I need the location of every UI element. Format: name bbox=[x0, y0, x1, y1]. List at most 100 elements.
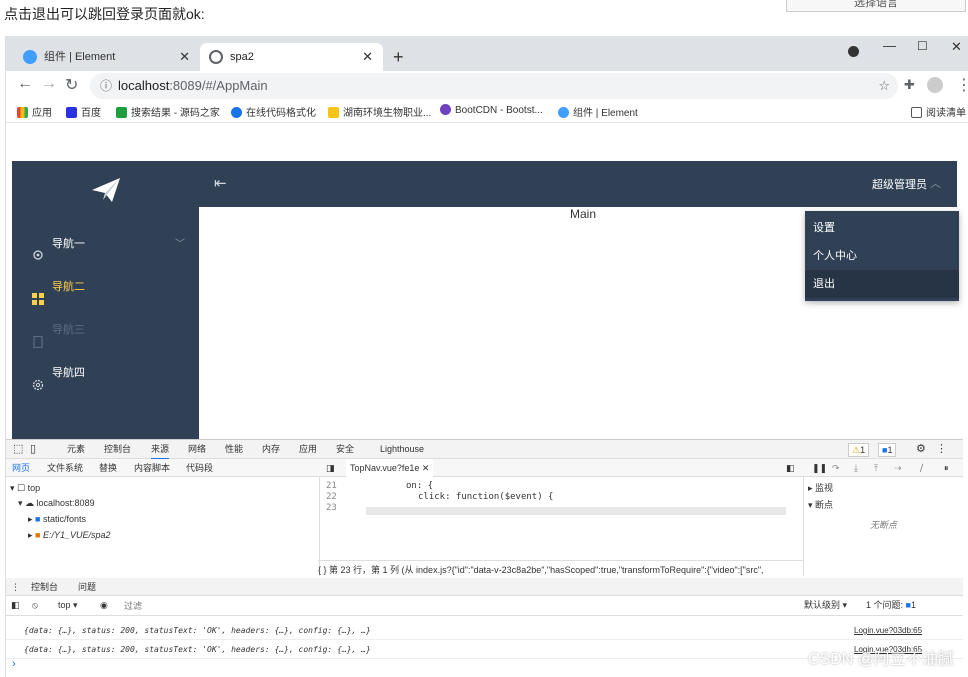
step-icon[interactable]: ⇢ bbox=[894, 459, 902, 477]
nav-tab-content-scripts[interactable]: 内容脚本 bbox=[134, 459, 170, 477]
console-message[interactable]: {data: {…}, status: 200, statusText: 'OK… bbox=[6, 622, 963, 640]
drawer-menu-icon[interactable]: ⋮ bbox=[11, 578, 20, 596]
log-level-select[interactable]: 默认级别 ▾ bbox=[804, 596, 847, 614]
step-out-icon[interactable]: ⤒ bbox=[874, 459, 878, 477]
collapse-menu-icon[interactable]: ⇤ bbox=[214, 174, 227, 192]
tree-node-host[interactable]: ▾ ☁ localhost:8089 bbox=[18, 498, 95, 509]
bookmark-baidu[interactable]: 百度 bbox=[66, 104, 101, 119]
nav-tab-page[interactable]: 网页 bbox=[12, 459, 30, 477]
deactivate-breakpoints-icon[interactable]: ⧸ bbox=[920, 459, 923, 477]
warnings-badge[interactable]: ⚠1 bbox=[848, 443, 870, 457]
url-path: :8089/#/AppMain bbox=[169, 78, 268, 93]
bookmark-star-icon[interactable]: ☆ bbox=[878, 73, 890, 99]
dropdown-item-logout[interactable]: 退出 bbox=[805, 270, 959, 298]
nav-label: 导航四 bbox=[52, 367, 85, 379]
messages-badge[interactable]: ■1 bbox=[878, 443, 897, 457]
devtools-tab-performance[interactable]: 性能 bbox=[225, 440, 243, 458]
console-filter-input[interactable] bbox=[124, 599, 424, 612]
pause-icon[interactable]: ❚❚ bbox=[812, 459, 827, 477]
nav-item-4[interactable]: 导航四 bbox=[12, 352, 199, 395]
close-tab-icon[interactable]: ✕ bbox=[362, 43, 373, 71]
extensions-icon[interactable]: ✚ bbox=[904, 77, 915, 93]
menu-dots-icon[interactable]: ⋮ bbox=[956, 75, 968, 95]
info-icon[interactable]: ⓘ bbox=[100, 73, 112, 99]
more-icon[interactable]: ⋮ bbox=[936, 440, 947, 458]
app-sidebar: 导航一 ﹀ 导航二 导航三 导航四 bbox=[12, 161, 199, 469]
devtools-tab-sources[interactable]: 来源 bbox=[151, 440, 170, 460]
tree-node-fonts[interactable]: ▸ ■ static/fonts bbox=[28, 514, 86, 525]
address-bar[interactable]: ⓘ localhost:8089/#/AppMain ☆ bbox=[90, 73, 898, 99]
devtools-tab-application[interactable]: 应用 bbox=[299, 440, 317, 458]
back-icon[interactable]: ← bbox=[17, 75, 33, 93]
nav-item-1[interactable]: 导航一 ﹀ bbox=[12, 223, 199, 266]
caption-text: 点击退出可以跳回登录页面就ok: bbox=[4, 6, 205, 22]
profile-dot-icon[interactable] bbox=[848, 46, 859, 57]
step-into-icon[interactable]: ⤓ bbox=[854, 459, 858, 477]
sidebar-toggle-icon[interactable]: ◧ bbox=[11, 596, 20, 614]
code-line: click: function($event) { bbox=[418, 492, 554, 502]
minimize-icon[interactable]: — bbox=[883, 38, 896, 53]
reload-icon[interactable]: ↻ bbox=[65, 75, 78, 95]
bookmark-bootcdn[interactable]: BootCDN - Bootst... bbox=[440, 104, 543, 116]
window-close-icon[interactable]: ✕ bbox=[951, 39, 962, 55]
reading-list[interactable]: 阅读清单 bbox=[911, 104, 966, 119]
url-host: localhost bbox=[118, 78, 170, 93]
devtools-tab-lighthouse[interactable]: Lighthouse bbox=[380, 440, 424, 458]
devtools-tab-elements[interactable]: 元素 bbox=[67, 440, 85, 458]
horizontal-scrollbar[interactable] bbox=[366, 507, 786, 515]
eye-icon[interactable]: ◉ bbox=[100, 596, 108, 614]
nav-item-3[interactable]: 导航三 bbox=[12, 309, 199, 352]
setting-icon bbox=[32, 367, 44, 391]
baidu-icon bbox=[66, 107, 77, 118]
code-editor[interactable]: 21 on: { 22 click: function($event) { 23 bbox=[326, 481, 796, 561]
account-icon[interactable] bbox=[927, 77, 943, 93]
tab-element[interactable]: 组件 | Element ✕ bbox=[14, 43, 200, 71]
tree-node-top[interactable]: ▾ ☐ top bbox=[10, 483, 40, 494]
log-text: {data: {…}, status: 200, statusText: 'OK… bbox=[24, 645, 371, 654]
pause-exceptions-icon[interactable]: ⏸ bbox=[944, 459, 949, 477]
context-select[interactable]: top ▾ bbox=[58, 596, 78, 614]
inspect-icon[interactable]: ⬚ bbox=[13, 440, 23, 458]
no-breakpoints: 无断点 bbox=[870, 520, 898, 530]
toggle-debugger-icon[interactable]: ◧ bbox=[786, 459, 795, 477]
bookmark-apps[interactable]: 应用 bbox=[17, 104, 52, 119]
language-select-button[interactable]: 选择语言 bbox=[786, 0, 966, 12]
console-prompt-icon[interactable]: › bbox=[12, 658, 16, 670]
gear-icon[interactable]: ⚙ bbox=[916, 440, 926, 458]
bookmark-search[interactable]: 搜索结果 - 源码之家 bbox=[116, 104, 220, 119]
dropdown-item-profile[interactable]: 个人中心 bbox=[805, 242, 959, 270]
devtools-tab-memory[interactable]: 内存 bbox=[262, 440, 280, 458]
nav-tab-overrides[interactable]: 替换 bbox=[99, 459, 117, 477]
tab-spa2[interactable]: spa2 ✕ bbox=[200, 43, 383, 71]
chevron-up-icon[interactable]: ︿ bbox=[930, 175, 941, 191]
bookmark-element[interactable]: 组件 | Element bbox=[558, 104, 638, 119]
maximize-icon[interactable]: ☐ bbox=[917, 39, 928, 53]
drawer-tab-console[interactable]: 控制台 bbox=[31, 578, 59, 598]
devtools-tab-network[interactable]: 网络 bbox=[188, 440, 206, 458]
dropdown-item-settings[interactable]: 设置 bbox=[805, 214, 959, 242]
nav-item-2[interactable]: 导航二 bbox=[12, 266, 199, 309]
bookmark-hunan[interactable]: 湖南环境生物职业... bbox=[328, 104, 431, 119]
tree-node-project[interactable]: ▸ ■ E:/Y1_VUE/spa2 bbox=[28, 530, 111, 541]
devtools-tab-security[interactable]: 安全 bbox=[336, 440, 354, 458]
toggle-navigator-icon[interactable]: ◨ bbox=[326, 459, 335, 477]
devtools-tab-console[interactable]: 控制台 bbox=[104, 440, 131, 458]
watch-section[interactable]: ▸ 监视 bbox=[808, 481, 958, 494]
clear-console-icon[interactable]: ⦸ bbox=[32, 596, 38, 614]
bookmark-formatter[interactable]: 在线代码格式化 bbox=[231, 104, 316, 119]
nav-tab-snippets[interactable]: 代码段 bbox=[186, 459, 213, 477]
braces-icon[interactable]: { } bbox=[318, 565, 327, 575]
user-name[interactable]: 超级管理员 bbox=[872, 176, 927, 192]
file-tab[interactable]: TopNav.vue?fe1e ✕ bbox=[346, 459, 434, 477]
log-source-link[interactable]: Login.vue?03db:65 bbox=[854, 626, 922, 635]
nav-tab-filesystem[interactable]: 文件系统 bbox=[47, 459, 83, 477]
breakpoints-section[interactable]: ▾ 断点 bbox=[808, 498, 958, 511]
close-tab-icon[interactable]: ✕ bbox=[179, 43, 190, 71]
forward-icon[interactable]: → bbox=[41, 75, 57, 93]
new-tab-icon[interactable]: + bbox=[393, 43, 404, 71]
device-icon[interactable]: ▯ bbox=[30, 440, 36, 458]
file-tree: ▾ ☐ top ▾ ☁ localhost:8089 ▸ ■ static/fo… bbox=[6, 477, 320, 576]
issues-counter[interactable]: 1 个问题: ■1 bbox=[866, 596, 916, 614]
drawer-tab-issues[interactable]: 问题 bbox=[78, 578, 96, 596]
step-over-icon[interactable]: ↷ bbox=[832, 459, 840, 477]
